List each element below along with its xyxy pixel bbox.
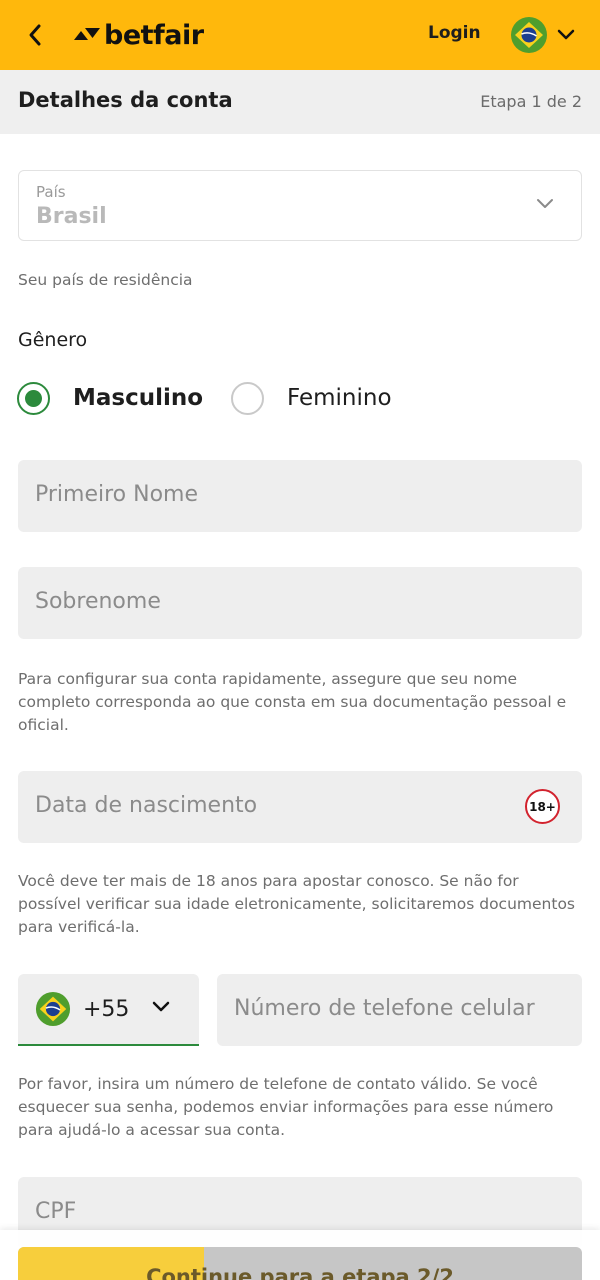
language-selector[interactable] bbox=[510, 16, 576, 54]
brazil-flag-icon bbox=[511, 17, 547, 53]
phone-number-placeholder: Número de telefone celular bbox=[234, 996, 535, 1021]
chevron-down-icon bbox=[557, 29, 575, 40]
birth-date-placeholder: Data de nascimento bbox=[35, 793, 258, 818]
login-link[interactable]: Login bbox=[428, 23, 481, 43]
birth-date-input[interactable]: Data de nascimento 18+ bbox=[18, 771, 582, 843]
cpf-placeholder: CPF bbox=[35, 1199, 77, 1224]
name-helper: Para configurar sua conta rapidamente, a… bbox=[18, 670, 567, 734]
betfair-logo[interactable]: betfair bbox=[72, 18, 204, 52]
phone-number-input[interactable]: Número de telefone celular bbox=[217, 974, 582, 1046]
continue-label: Continue para a etapa 2/2 bbox=[146, 1265, 454, 1280]
gender-option-male[interactable]: Masculino bbox=[17, 380, 203, 416]
country-label: País bbox=[36, 183, 66, 201]
brazil-flag-icon bbox=[35, 991, 71, 1027]
account-details-header: Detalhes da conta Etapa 1 de 2 bbox=[0, 70, 600, 134]
country-code: +55 bbox=[83, 996, 130, 1022]
first-name-input[interactable]: Primeiro Nome bbox=[18, 460, 582, 532]
age-helper: Você deve ter mais de 18 anos para apost… bbox=[18, 872, 576, 936]
page-title: Detalhes da conta bbox=[18, 88, 233, 112]
country-value: Brasil bbox=[36, 204, 107, 229]
brand-name: betfair bbox=[104, 19, 204, 51]
phone-country-code-select[interactable]: +55 bbox=[18, 974, 199, 1046]
continue-button[interactable]: Continue para a etapa 2/2 bbox=[18, 1247, 582, 1280]
gender-option-label: Masculino bbox=[73, 385, 204, 411]
phone-helper: Por favor, insira um número de telefone … bbox=[18, 1075, 554, 1139]
back-button[interactable] bbox=[20, 20, 50, 50]
chevron-down-icon bbox=[152, 1001, 170, 1012]
betfair-arrows-icon bbox=[74, 28, 100, 40]
age-18-icon: 18+ bbox=[525, 789, 560, 824]
radio-selected-icon bbox=[17, 381, 50, 415]
chevron-left-icon bbox=[29, 24, 41, 46]
chevron-down-icon bbox=[537, 199, 553, 208]
last-name-placeholder: Sobrenome bbox=[35, 589, 161, 614]
step-indicator: Etapa 1 de 2 bbox=[480, 92, 582, 111]
country-helper: Seu país de residência bbox=[18, 271, 193, 289]
gender-option-female[interactable]: Feminino bbox=[231, 380, 392, 416]
gender-label: Gênero bbox=[18, 329, 88, 351]
top-header: betfair Login bbox=[0, 0, 600, 70]
radio-unselected-icon bbox=[231, 381, 264, 415]
first-name-placeholder: Primeiro Nome bbox=[35, 482, 199, 507]
country-select[interactable]: País Brasil bbox=[18, 170, 582, 241]
last-name-input[interactable]: Sobrenome bbox=[18, 567, 582, 639]
gender-option-label: Feminino bbox=[287, 385, 392, 411]
